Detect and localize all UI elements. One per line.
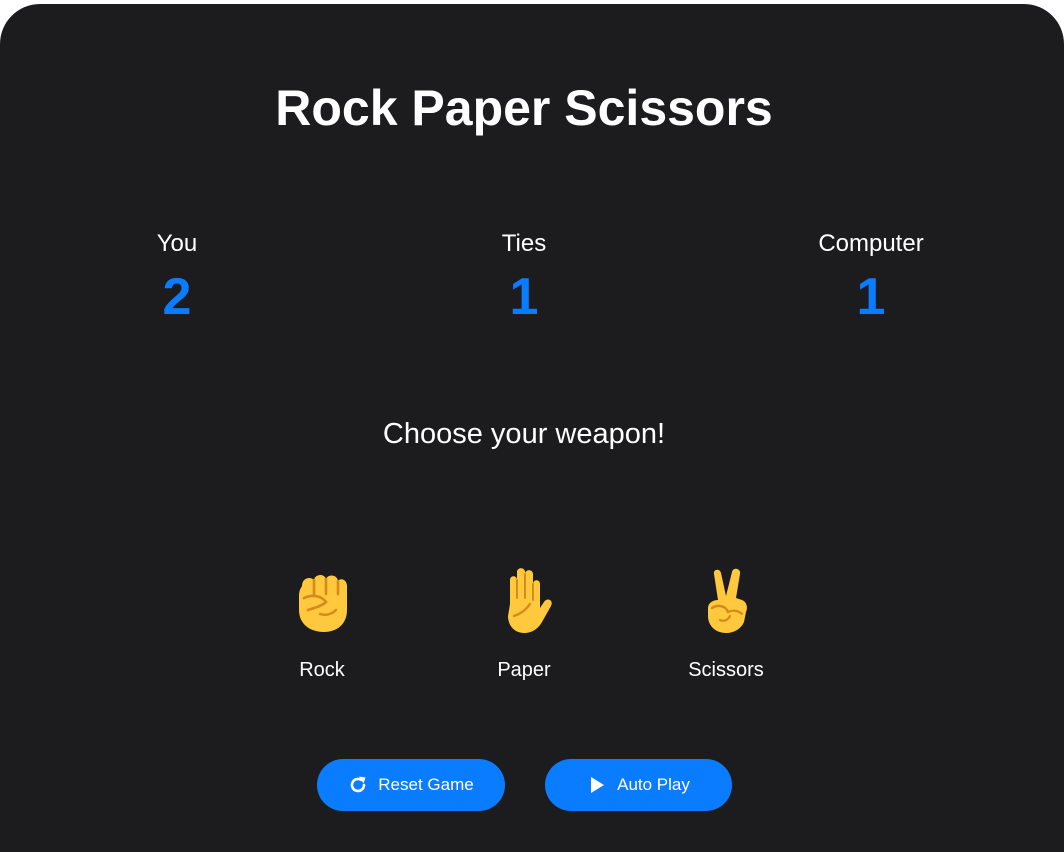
- score-you-label: You: [156, 230, 198, 257]
- page-title: Rock Paper Scissors: [275, 80, 773, 136]
- score-computer: Computer 1: [761, 229, 981, 327]
- raised-hand-icon: [508, 568, 552, 633]
- score-ties-label: Ties: [501, 230, 547, 257]
- score-you: You 2: [67, 229, 287, 327]
- raised-fist-icon: [299, 574, 348, 632]
- auto-play-button[interactable]: Auto Play: [545, 759, 732, 811]
- score-computer-label: Computer: [818, 230, 924, 257]
- reset-game-button[interactable]: Reset Game: [317, 759, 505, 811]
- game-container: Rock Paper Scissors You 2 Ties 1 Compute…: [0, 4, 1064, 852]
- paper-button[interactable]: Paper: [454, 564, 594, 682]
- scissors-label: Scissors: [688, 659, 764, 681]
- restart-icon: [351, 776, 366, 793]
- rock-label: Rock: [299, 659, 345, 681]
- play-icon: [591, 777, 605, 793]
- paper-label: Paper: [497, 659, 551, 681]
- score-ties: Ties 1: [414, 229, 634, 327]
- score-you-value: 2: [162, 268, 192, 326]
- auto-play-label: Auto Play: [617, 775, 690, 794]
- victory-hand-icon: [708, 568, 747, 633]
- rock-button[interactable]: Rock: [252, 564, 392, 682]
- score-ties-value: 1: [509, 268, 539, 326]
- scissors-button[interactable]: Scissors: [656, 564, 796, 682]
- score-computer-value: 1: [856, 268, 886, 326]
- prompt-text: Choose your weapon!: [382, 418, 666, 450]
- reset-game-label: Reset Game: [378, 775, 474, 794]
